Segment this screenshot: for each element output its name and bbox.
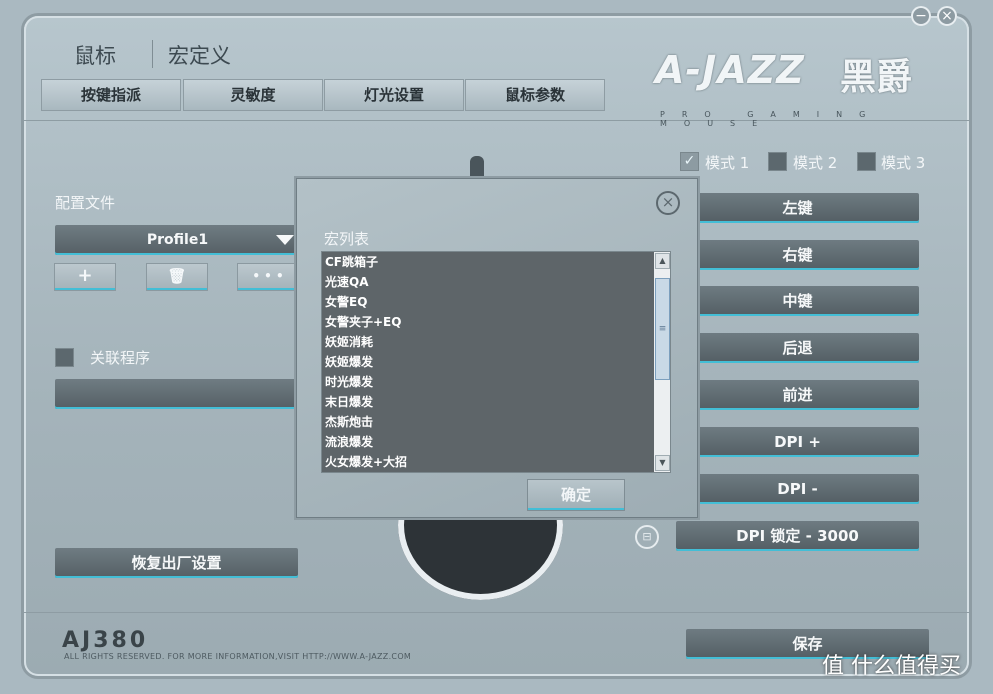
brand-tagline: PRO GAMING MOUSE	[660, 110, 883, 128]
scroll-thumb[interactable]: ≡	[655, 278, 670, 380]
linked-program-field[interactable]	[55, 379, 300, 409]
list-item[interactable]: 妖姬消耗	[322, 332, 670, 352]
list-item[interactable]: 流浪爆发	[322, 432, 670, 452]
subtab-lighting[interactable]: 灯光设置	[324, 79, 464, 111]
linked-program-checkbox[interactable]	[55, 348, 74, 367]
list-item[interactable]: 火女爆发+大招	[322, 452, 670, 472]
minus-icon: −	[915, 8, 927, 24]
model-name: AJ380	[62, 628, 149, 653]
button-left-click[interactable]: 左键	[676, 193, 919, 223]
trash-icon: 🗑	[167, 267, 187, 285]
copyright-text: ALL RIGHTS RESERVED. FOR MORE INFORMATIO…	[64, 652, 412, 661]
close-icon: ×	[941, 8, 953, 24]
close-icon: ×	[661, 193, 675, 211]
scroll-up-icon[interactable]: ▲	[655, 253, 670, 269]
list-item[interactable]: 光速QA	[322, 272, 670, 292]
dialog-ok-button[interactable]: 确定	[527, 479, 625, 511]
minimize-button[interactable]: −	[911, 6, 931, 26]
button-dpi-up[interactable]: DPI +	[676, 427, 919, 457]
chevron-down-icon	[276, 235, 294, 245]
app-window: − × 鼠标 宏定义 按键指派 灵敏度 灯光设置 鼠标参数 A-JAZZ 黑爵 …	[0, 0, 993, 694]
tab-mouse[interactable]: 鼠标	[74, 40, 116, 70]
delete-profile-button[interactable]: 🗑	[146, 263, 208, 291]
list-scrollbar[interactable]: ▲ ≡ ▼	[654, 252, 670, 472]
profile-label: 配置文件	[55, 194, 116, 212]
profile-select[interactable]: Profile1	[55, 225, 300, 255]
button-right-click[interactable]: 右键	[676, 240, 919, 270]
tab-macro[interactable]: 宏定义	[168, 40, 231, 70]
button-middle-click[interactable]: 中键	[676, 286, 919, 316]
more-icon: • • •	[252, 269, 284, 283]
scroll-down-icon[interactable]: ▼	[655, 455, 670, 471]
dpi-lock-icon[interactable]: ⊟	[635, 525, 659, 549]
add-profile-button[interactable]: +	[54, 263, 116, 291]
list-item[interactable]: 女警EQ	[322, 292, 670, 312]
dialog-title: 宏列表	[324, 230, 370, 248]
check-icon: ✓	[683, 153, 696, 169]
macro-list[interactable]: CF跳箱子 光速QA 女警EQ 女警夹子+EQ 妖姬消耗 妖姬爆发 时光爆发 末…	[321, 251, 671, 473]
macro-list-dialog: × 宏列表 CF跳箱子 光速QA 女警EQ 女警夹子+EQ 妖姬消耗 妖姬爆发 …	[296, 178, 698, 518]
list-item[interactable]: 末日爆发	[322, 392, 670, 412]
button-dpi-down[interactable]: DPI -	[676, 474, 919, 504]
list-item[interactable]: 杰斯炮击	[322, 412, 670, 432]
list-item[interactable]: 女警夹子+EQ	[322, 312, 670, 332]
subtab-key-assign[interactable]: 按键指派	[41, 79, 181, 111]
list-item[interactable]: CF跳箱子	[322, 252, 670, 272]
watermark: 值 什么值得买	[822, 654, 961, 679]
list-item[interactable]: 妖姬爆发	[322, 352, 670, 372]
mode-1-label: 模式 1	[705, 154, 750, 172]
mode-3-checkbox[interactable]	[857, 152, 876, 171]
more-options-button[interactable]: • • •	[237, 263, 299, 291]
button-back[interactable]: 后退	[676, 333, 919, 363]
dialog-close-button[interactable]: ×	[656, 191, 680, 215]
mode-2-label: 模式 2	[793, 154, 838, 172]
plus-icon: +	[77, 265, 93, 286]
subtab-mouse-params[interactable]: 鼠标参数	[465, 79, 605, 111]
tab-divider	[152, 40, 153, 68]
button-forward[interactable]: 前进	[676, 380, 919, 410]
mode-2-checkbox[interactable]	[768, 152, 787, 171]
profile-selected-value: Profile1	[146, 232, 209, 248]
brand-logo: A-JAZZ	[655, 48, 805, 92]
linked-program-label: 关联程序	[90, 349, 151, 367]
mode-1-checkbox[interactable]: ✓	[680, 152, 699, 171]
button-dpi-lock[interactable]: DPI 锁定 - 3000	[676, 521, 919, 551]
brand-logo-cn: 黑爵	[840, 57, 913, 98]
subtab-sensitivity[interactable]: 灵敏度	[183, 79, 323, 111]
footer-divider	[24, 612, 969, 613]
list-item[interactable]: 时光爆发	[322, 372, 670, 392]
reset-defaults-button[interactable]: 恢复出厂设置	[55, 548, 298, 578]
mode-3-label: 模式 3	[881, 154, 926, 172]
close-button[interactable]: ×	[937, 6, 957, 26]
